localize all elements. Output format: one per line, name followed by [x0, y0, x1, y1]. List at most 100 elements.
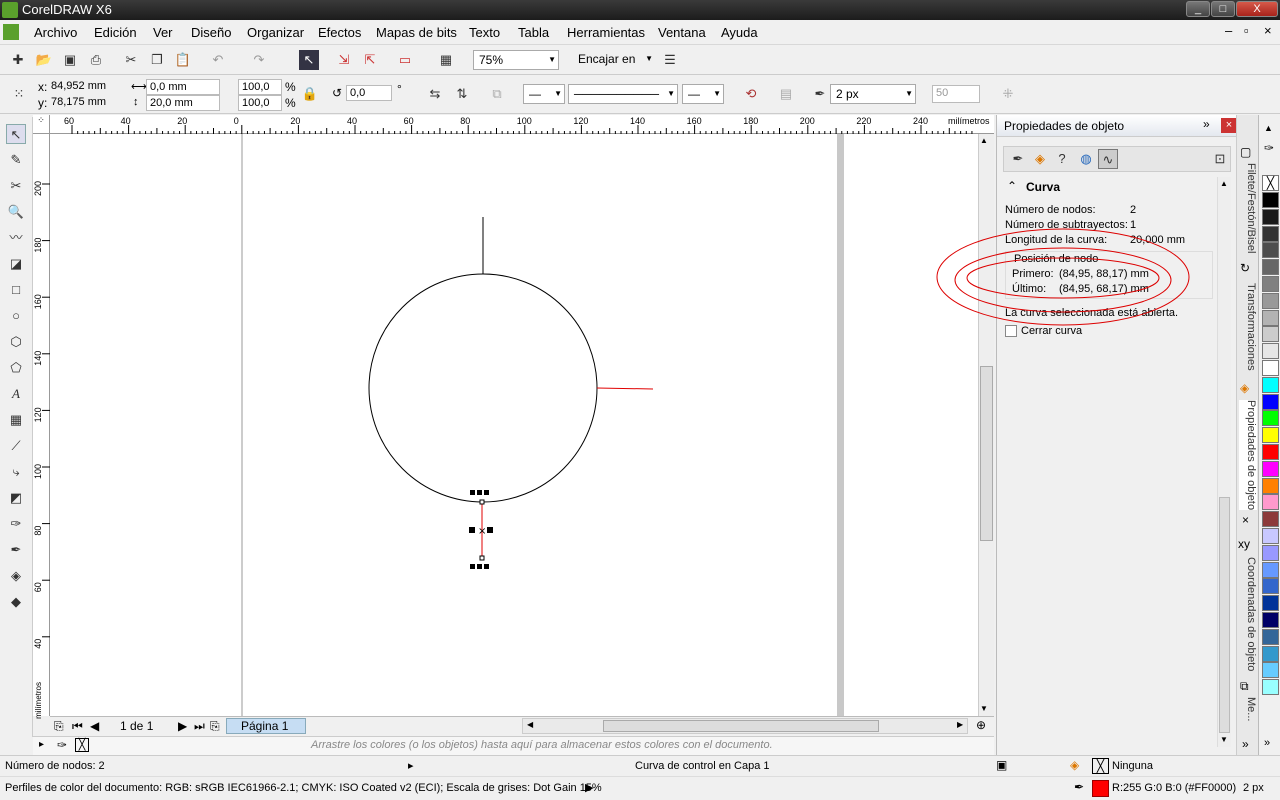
redo-icon[interactable]: ↷ [249, 50, 269, 70]
minimize-button[interactable]: _ [1186, 1, 1210, 17]
horizontal-scrollbar[interactable]: ◀ ▶ [522, 718, 968, 734]
maximize-button[interactable]: □ [1211, 1, 1235, 17]
doc-minimize-button[interactable]: – [1225, 23, 1232, 38]
eyedropper-tool-icon[interactable]: ✑ [6, 514, 26, 534]
menu-archivo[interactable]: Archivo [34, 25, 77, 40]
status-expand-icon[interactable]: ▸ [408, 759, 414, 772]
outline-tool-icon[interactable]: ✒ [6, 540, 26, 560]
navigator-zoom-icon[interactable]: ⊕ [976, 718, 986, 732]
app-menu-icon[interactable] [3, 24, 19, 40]
scale-y-field[interactable]: 100,0 [238, 95, 282, 111]
combine-icon[interactable]: ⧉ [487, 84, 507, 104]
y-position-field[interactable]: 78,175 mm [48, 95, 124, 111]
palette-swatch[interactable] [1262, 460, 1279, 477]
palette-menu-icon[interactable]: ▸ [39, 739, 44, 750]
scroll-right-icon[interactable]: ▶ [957, 720, 963, 729]
palette-swatch[interactable] [1262, 494, 1279, 511]
x-position-field[interactable]: 84,952 mm [48, 79, 124, 95]
palette-swatch[interactable] [1262, 192, 1279, 208]
reverse-direction-icon[interactable]: ⟲ [741, 84, 761, 104]
menu-efectos[interactable]: Efectos [318, 25, 361, 40]
fill-none-swatch[interactable]: ╳ [1092, 758, 1109, 774]
palette-swatch[interactable] [1262, 612, 1279, 628]
welcome-screen-icon[interactable]: ▦ [436, 50, 456, 70]
basic-shapes-tool-icon[interactable]: ⬠ [6, 358, 26, 378]
zoom-tool-icon[interactable]: 🔍 [6, 202, 26, 222]
text-tool-icon[interactable]: A [6, 384, 26, 404]
palette-swatch[interactable] [1262, 360, 1279, 376]
add-page-before-icon[interactable]: ⎘ [54, 719, 64, 734]
miter-limit-field[interactable]: 50 [932, 85, 980, 103]
doc-restore-button[interactable]: ▫ [1244, 23, 1249, 38]
eyedropper-icon[interactable]: ✑ [57, 738, 67, 752]
summary-icon[interactable]: ? [1052, 149, 1072, 169]
table-tool-icon[interactable]: ▦ [6, 410, 26, 430]
dimension-tool-icon[interactable]: ⟋ [6, 436, 26, 456]
palette-swatch[interactable] [1262, 376, 1279, 393]
previous-page-icon[interactable]: ◀ [90, 719, 99, 733]
shape-tool-icon[interactable]: ✎ [6, 150, 26, 170]
outline-color-swatch[interactable] [1092, 780, 1109, 797]
polygon-tool-icon[interactable]: ⬡ [6, 332, 26, 352]
tab-object-properties[interactable]: Propiedades de objeto [1239, 400, 1257, 510]
open-icon[interactable]: 📂 [34, 50, 54, 70]
interactive-fill-tool-icon[interactable]: ◆ [6, 592, 26, 612]
palette-swatch[interactable] [1262, 645, 1279, 662]
menu-organizar[interactable]: Organizar [247, 25, 304, 40]
rotation-angle-field[interactable]: 0,0 [346, 85, 392, 101]
add-page-after-icon[interactable]: ⎘ [210, 719, 220, 734]
horizontal-ruler[interactable]: 60 40 20 0 20 40 60 80 100 120 140 160 180 200 220 240 … [50, 115, 994, 134]
color-profiles-info[interactable]: Perfiles de color del documento: RGB: sR… [5, 782, 602, 794]
line-style-select[interactable]: ────────── ▼ [568, 84, 678, 104]
last-page-icon[interactable]: ⏭ [194, 719, 205, 734]
palette-swatch[interactable] [1262, 309, 1279, 326]
copy-icon[interactable]: ❐ [147, 50, 167, 70]
ruler-origin[interactable]: ⁘ [33, 115, 50, 134]
menu-ventana[interactable]: Ventana [658, 25, 706, 40]
color-profiles-expand-icon[interactable]: ▶ [585, 781, 593, 794]
start-arrow-select[interactable]: — ▼ [523, 84, 565, 104]
palette-expand-icon[interactable]: » [1264, 737, 1270, 749]
application-launcher-icon[interactable]: ▭ [395, 50, 415, 70]
docker-options-icon[interactable]: ⊡ [1210, 149, 1230, 169]
undo-icon[interactable]: ↶ [208, 50, 228, 70]
docker-close-button[interactable]: × [1221, 118, 1237, 133]
palette-swatch[interactable] [1262, 410, 1279, 427]
pick-tool-icon[interactable]: ↖ [6, 124, 26, 144]
tab-transformations[interactable]: Transformaciones [1239, 283, 1257, 373]
menu-diseno[interactable]: Diseño [191, 25, 231, 40]
color-proof-icon[interactable]: ▣ [996, 758, 1007, 772]
menu-texto[interactable]: Texto [469, 25, 500, 40]
close-tab-icon[interactable]: × [1242, 513, 1249, 527]
palette-swatch[interactable] [1262, 292, 1279, 309]
menu-tabla[interactable]: Tabla [518, 25, 549, 40]
palette-swatch[interactable] [1262, 511, 1279, 528]
width-field[interactable]: 0,0 mm [146, 79, 220, 95]
palette-swatch[interactable] [1262, 662, 1279, 679]
fill-properties-icon[interactable]: ◈ [1030, 149, 1050, 169]
palette-swatch[interactable] [1262, 544, 1279, 561]
menu-ver[interactable]: Ver [153, 25, 173, 40]
docker-scroll-up-icon[interactable]: ▲ [1220, 179, 1228, 188]
snap-to-dropdown[interactable]: Encajar en ▼ [573, 50, 655, 70]
vertical-ruler[interactable]: 200 180 160 140 120 100 80 60 40 milímetros [33, 134, 50, 719]
export-icon[interactable]: ⇱ [360, 50, 380, 70]
new-document-icon[interactable]: ✚ [8, 50, 28, 70]
ellipse-tool-icon[interactable]: ○ [6, 306, 26, 326]
expand-dockers-icon[interactable]: » [1242, 737, 1249, 751]
palette-swatch[interactable] [1262, 679, 1279, 696]
palette-swatch[interactable] [1262, 393, 1279, 410]
vertical-scrollbar[interactable]: ▲ ▼ [978, 134, 994, 716]
palette-swatch[interactable] [1262, 578, 1279, 595]
tab-fillet[interactable]: Filete/Festón/Bisel [1239, 163, 1257, 253]
scroll-left-icon[interactable]: ◀ [527, 720, 533, 729]
scroll-down-icon[interactable]: ▼ [980, 704, 988, 713]
vertical-scroll-thumb[interactable] [980, 366, 993, 541]
docker-scroll-down-icon[interactable]: ▼ [1220, 735, 1228, 744]
wrap-text-icon[interactable]: ⁜ [998, 84, 1018, 104]
end-arrow-select[interactable]: — ▼ [682, 84, 724, 104]
no-color-swatch[interactable]: ╳ [75, 738, 89, 752]
save-icon[interactable]: ▣ [60, 50, 80, 70]
options-icon[interactable]: ☰ [660, 50, 680, 70]
menu-herramientas[interactable]: Herramientas [567, 25, 645, 40]
